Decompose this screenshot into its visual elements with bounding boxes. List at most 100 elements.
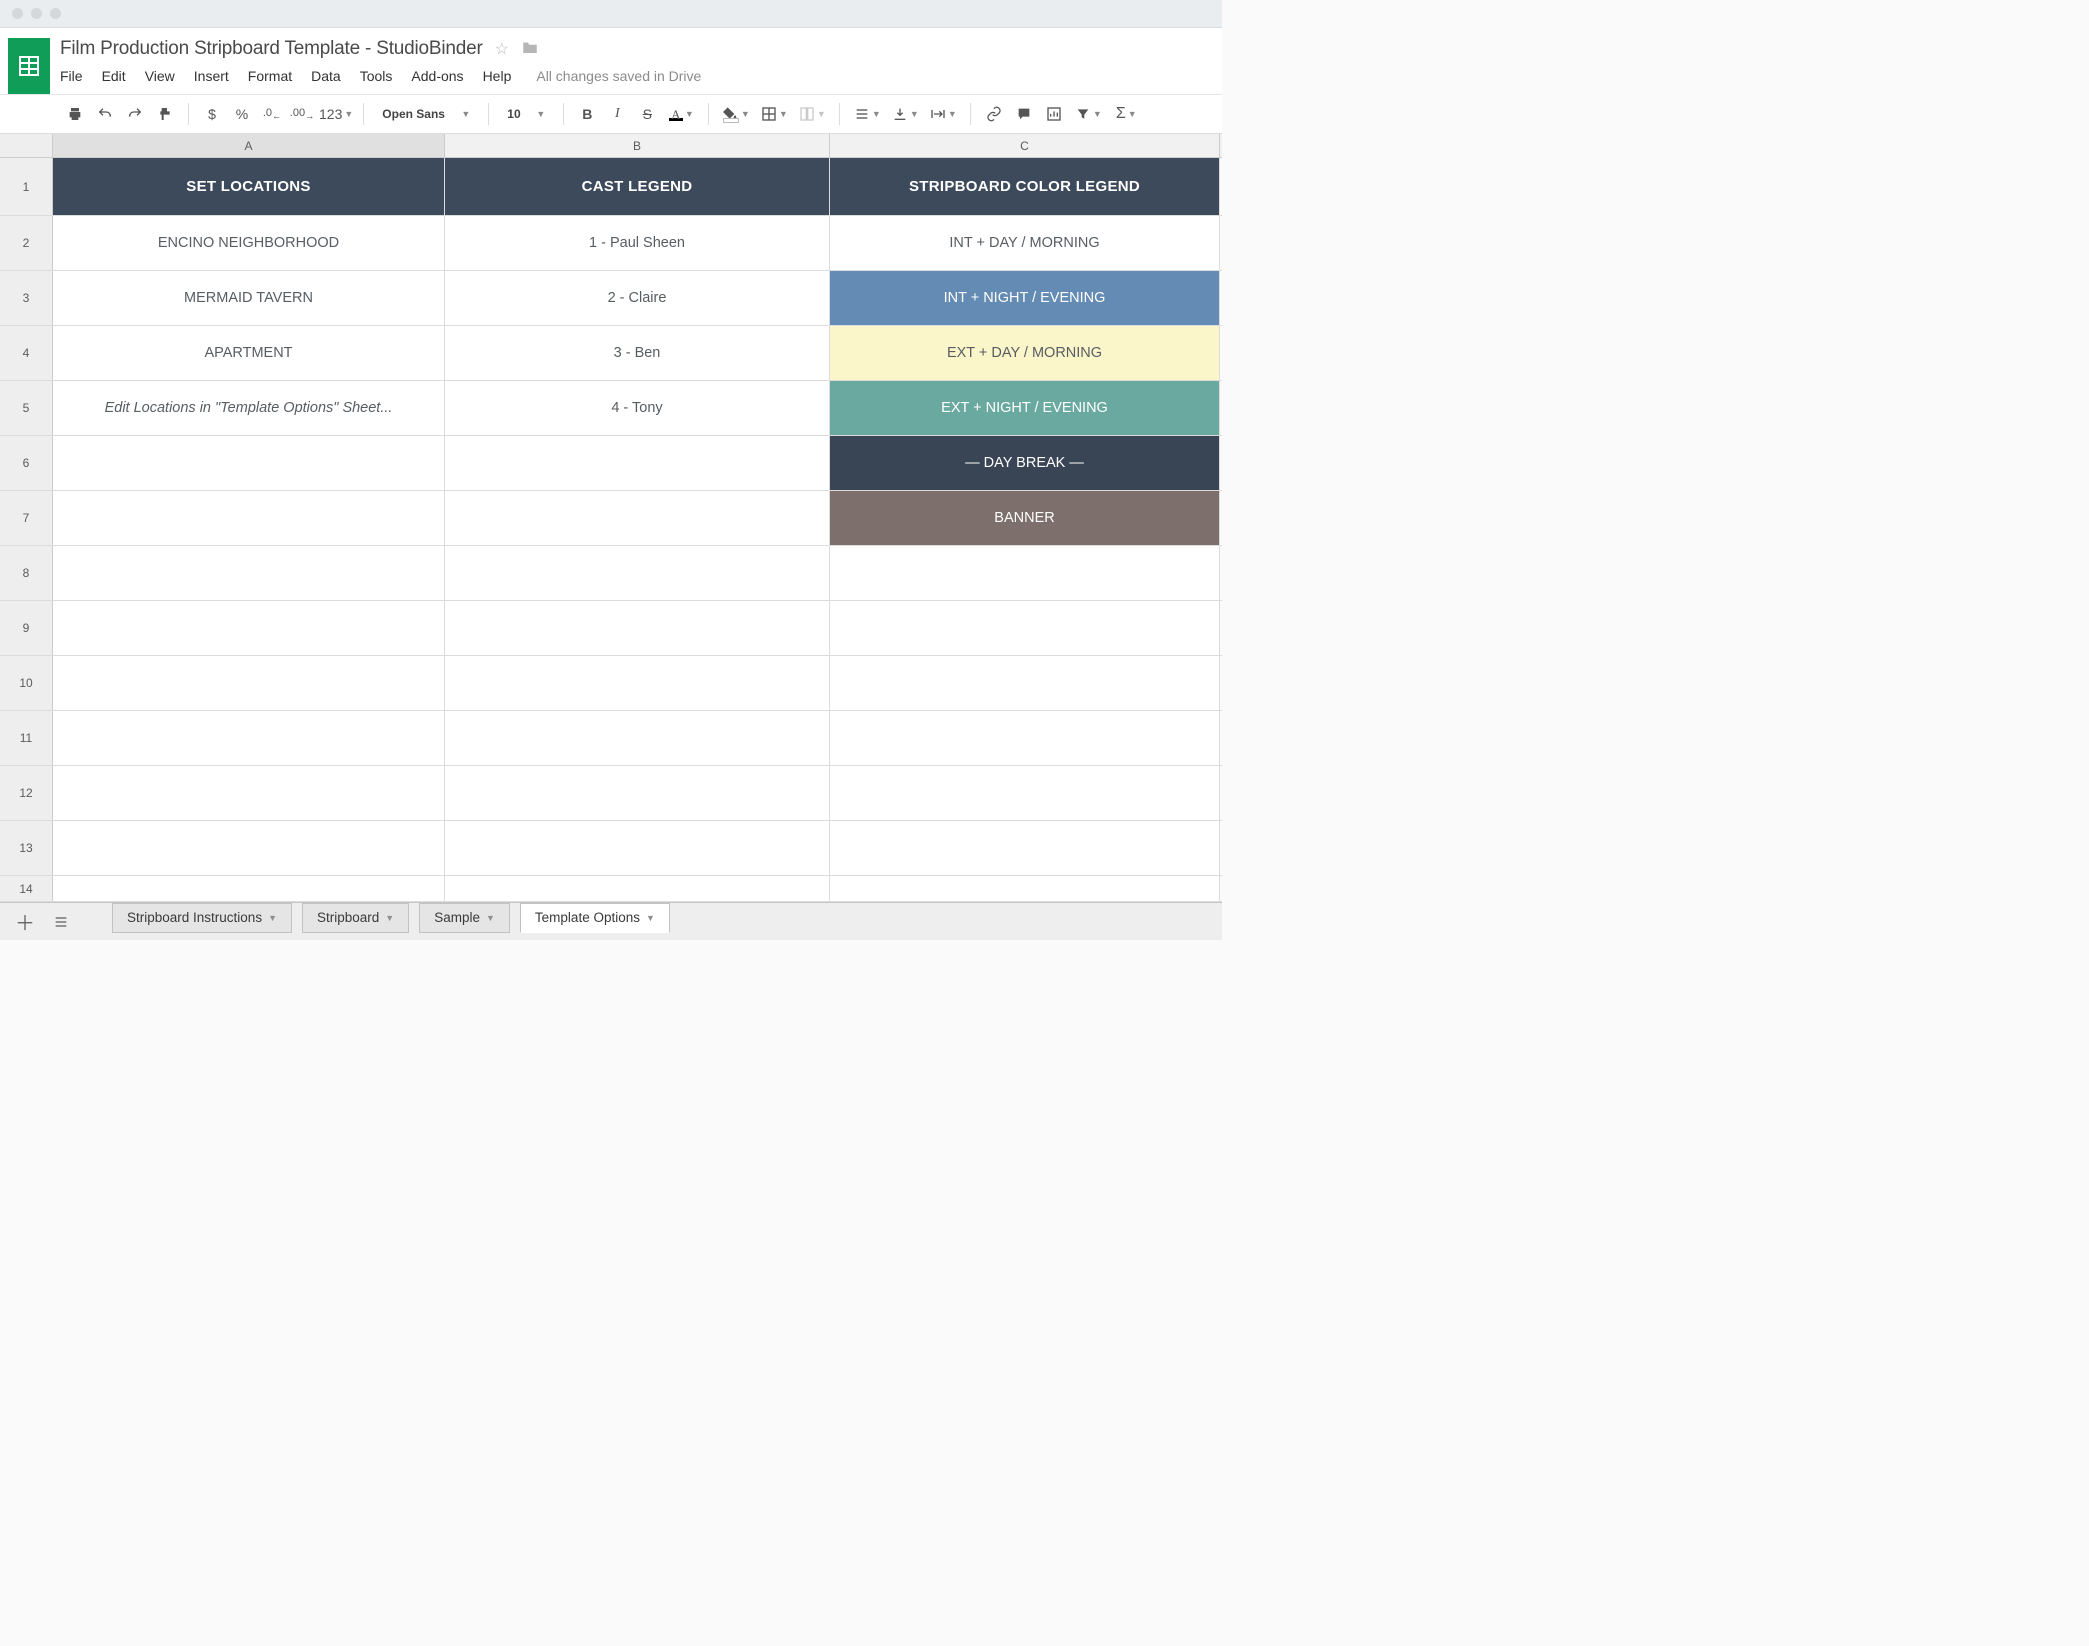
cell-c4[interactable]: EXT + DAY / MORNING <box>830 326 1220 380</box>
menu-view[interactable]: View <box>145 68 175 84</box>
row-header[interactable]: 11 <box>0 711 53 765</box>
row-header[interactable]: 5 <box>0 381 53 435</box>
cell-c6[interactable]: — DAY BREAK — <box>830 436 1220 490</box>
cell-c14[interactable] <box>830 876 1220 901</box>
sheet-tab-template-options[interactable]: Template Options▼ <box>520 903 670 933</box>
cell-b1[interactable]: CAST LEGEND <box>445 158 830 215</box>
italic-button[interactable]: I <box>604 101 630 127</box>
undo-button[interactable] <box>92 101 118 127</box>
menu-format[interactable]: Format <box>248 68 292 84</box>
valign-button[interactable]: ▼ <box>888 101 922 127</box>
row-header[interactable]: 10 <box>0 656 53 710</box>
folder-icon[interactable] <box>521 39 539 60</box>
sheet-tab-sample[interactable]: Sample▼ <box>419 903 510 933</box>
wrap-button[interactable]: ▼ <box>926 101 960 127</box>
menu-insert[interactable]: Insert <box>194 68 229 84</box>
cell-c13[interactable] <box>830 821 1220 875</box>
cell-b8[interactable] <box>445 546 830 600</box>
cell-c2[interactable]: INT + DAY / MORNING <box>830 216 1220 270</box>
cell-a12[interactable] <box>53 766 445 820</box>
borders-button[interactable]: ▼ <box>757 101 791 127</box>
print-button[interactable] <box>62 101 88 127</box>
add-sheet-button[interactable]: ＋ <box>12 909 38 935</box>
cell-c10[interactable] <box>830 656 1220 710</box>
cell-b3[interactable]: 2 - Claire <box>445 271 830 325</box>
link-button[interactable] <box>981 101 1007 127</box>
cell-a2[interactable]: ENCINO NEIGHBORHOOD <box>53 216 445 270</box>
cell-c3[interactable]: INT + NIGHT / EVENING <box>830 271 1220 325</box>
select-all-corner[interactable] <box>0 134 53 157</box>
cell-b7[interactable] <box>445 491 830 545</box>
fill-color-button[interactable]: ▼ <box>719 101 753 127</box>
menu-file[interactable]: File <box>60 68 83 84</box>
cell-b12[interactable] <box>445 766 830 820</box>
row-header[interactable]: 4 <box>0 326 53 380</box>
cell-b6[interactable] <box>445 436 830 490</box>
strike-button[interactable]: S <box>634 101 660 127</box>
cell-a5[interactable]: Edit Locations in "Template Options" She… <box>53 381 445 435</box>
cell-c9[interactable] <box>830 601 1220 655</box>
cell-c11[interactable] <box>830 711 1220 765</box>
filter-button[interactable]: ▼ <box>1071 101 1105 127</box>
cell-a14[interactable] <box>53 876 445 901</box>
comment-button[interactable] <box>1011 101 1037 127</box>
row-header[interactable]: 12 <box>0 766 53 820</box>
cell-a7[interactable] <box>53 491 445 545</box>
bold-button[interactable]: B <box>574 101 600 127</box>
text-color-button[interactable]: A▼ <box>664 101 698 127</box>
cell-a10[interactable] <box>53 656 445 710</box>
star-icon[interactable]: ☆ <box>495 39 509 59</box>
menu-edit[interactable]: Edit <box>102 68 126 84</box>
font-family-select[interactable]: Open Sans▼ <box>374 101 478 127</box>
halign-button[interactable]: ▼ <box>850 101 884 127</box>
row-header[interactable]: 8 <box>0 546 53 600</box>
cell-b9[interactable] <box>445 601 830 655</box>
document-title[interactable]: Film Production Stripboard Template - St… <box>60 38 483 60</box>
column-header-a[interactable]: A <box>53 134 445 157</box>
sheet-tab-stripboard[interactable]: Stripboard▼ <box>302 903 409 933</box>
chart-button[interactable] <box>1041 101 1067 127</box>
all-sheets-button[interactable] <box>48 909 74 935</box>
cell-b14[interactable] <box>445 876 830 901</box>
redo-button[interactable] <box>122 101 148 127</box>
row-header[interactable]: 9 <box>0 601 53 655</box>
format-percent[interactable]: % <box>229 101 255 127</box>
merge-button[interactable]: ▼ <box>795 101 829 127</box>
row-header[interactable]: 14 <box>0 876 53 901</box>
row-header[interactable]: 6 <box>0 436 53 490</box>
cell-b10[interactable] <box>445 656 830 710</box>
cell-c5[interactable]: EXT + NIGHT / EVENING <box>830 381 1220 435</box>
cell-c7[interactable]: BANNER <box>830 491 1220 545</box>
cell-b13[interactable] <box>445 821 830 875</box>
cell-a3[interactable]: MERMAID TAVERN <box>53 271 445 325</box>
cell-c8[interactable] <box>830 546 1220 600</box>
row-header[interactable]: 2 <box>0 216 53 270</box>
functions-button[interactable]: Σ▼ <box>1109 101 1143 127</box>
row-header[interactable]: 3 <box>0 271 53 325</box>
font-size-select[interactable]: 10▼ <box>499 101 553 127</box>
cell-b5[interactable]: 4 - Tony <box>445 381 830 435</box>
paint-format-button[interactable] <box>152 101 178 127</box>
cell-a8[interactable] <box>53 546 445 600</box>
cell-a9[interactable] <box>53 601 445 655</box>
cell-a13[interactable] <box>53 821 445 875</box>
cell-c12[interactable] <box>830 766 1220 820</box>
cell-a4[interactable]: APARTMENT <box>53 326 445 380</box>
menu-data[interactable]: Data <box>311 68 341 84</box>
cell-c1[interactable]: STRIPBOARD COLOR LEGEND <box>830 158 1220 215</box>
cell-a1[interactable]: SET LOCATIONS <box>53 158 445 215</box>
cell-b11[interactable] <box>445 711 830 765</box>
cell-b2[interactable]: 1 - Paul Sheen <box>445 216 830 270</box>
column-header-b[interactable]: B <box>445 134 830 157</box>
format-more[interactable]: 123▼ <box>319 101 353 127</box>
cell-a11[interactable] <box>53 711 445 765</box>
sheets-logo[interactable] <box>8 38 50 94</box>
menu-tools[interactable]: Tools <box>360 68 393 84</box>
sheet-tab-instructions[interactable]: Stripboard Instructions▼ <box>112 903 292 933</box>
cell-a6[interactable] <box>53 436 445 490</box>
format-currency[interactable]: $ <box>199 101 225 127</box>
row-header[interactable]: 1 <box>0 158 53 215</box>
row-header[interactable]: 7 <box>0 491 53 545</box>
menu-help[interactable]: Help <box>483 68 512 84</box>
cell-b4[interactable]: 3 - Ben <box>445 326 830 380</box>
